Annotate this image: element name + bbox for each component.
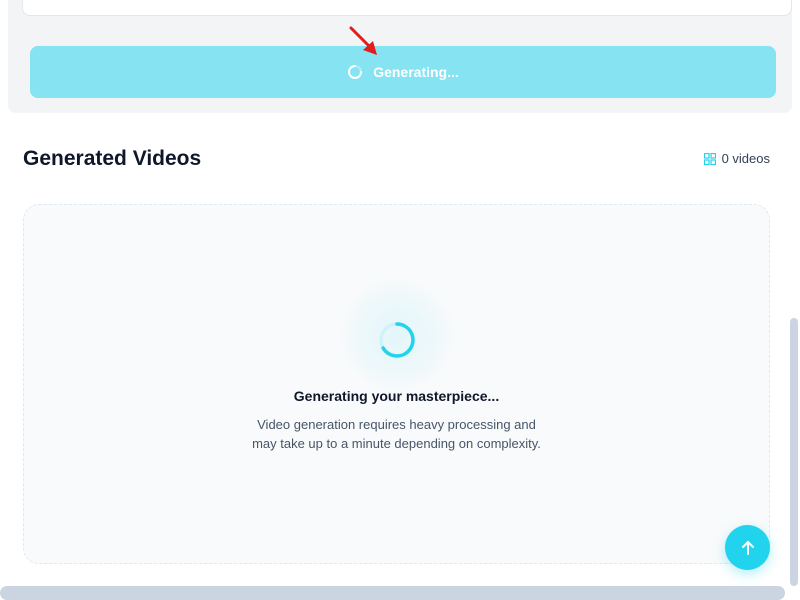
generate-button[interactable]: Generating... xyxy=(30,46,776,98)
red-arrow-icon xyxy=(349,26,377,55)
generation-form-panel: Generating... xyxy=(8,0,792,113)
loading-title: Generating your masterpiece... xyxy=(293,388,500,404)
horizontal-scrollbar[interactable] xyxy=(0,586,785,600)
section-title: Generated Videos xyxy=(23,147,202,170)
spinner-icon xyxy=(348,65,363,79)
loading-description-line: may take up to a minute depending on com… xyxy=(252,436,541,451)
vertical-scrollbar[interactable] xyxy=(790,318,798,586)
scroll-to-top-button[interactable] xyxy=(725,525,770,570)
video-count-label: 0 videos xyxy=(721,151,770,166)
loading-description: Video generation requires heavy processi… xyxy=(24,415,769,453)
page: Generating... Generated Videos 0 videos … xyxy=(0,0,800,600)
loading-description-line: Video generation requires heavy processi… xyxy=(257,417,536,432)
grid-icon xyxy=(703,152,716,165)
arrow-up-icon xyxy=(741,540,754,555)
loading-card: Generating your masterpiece... Video gen… xyxy=(23,204,770,564)
video-count: 0 videos xyxy=(703,151,770,166)
prompt-field[interactable] xyxy=(22,0,792,16)
generate-button-label: Generating... xyxy=(373,64,459,80)
spinner-icon xyxy=(379,322,415,358)
